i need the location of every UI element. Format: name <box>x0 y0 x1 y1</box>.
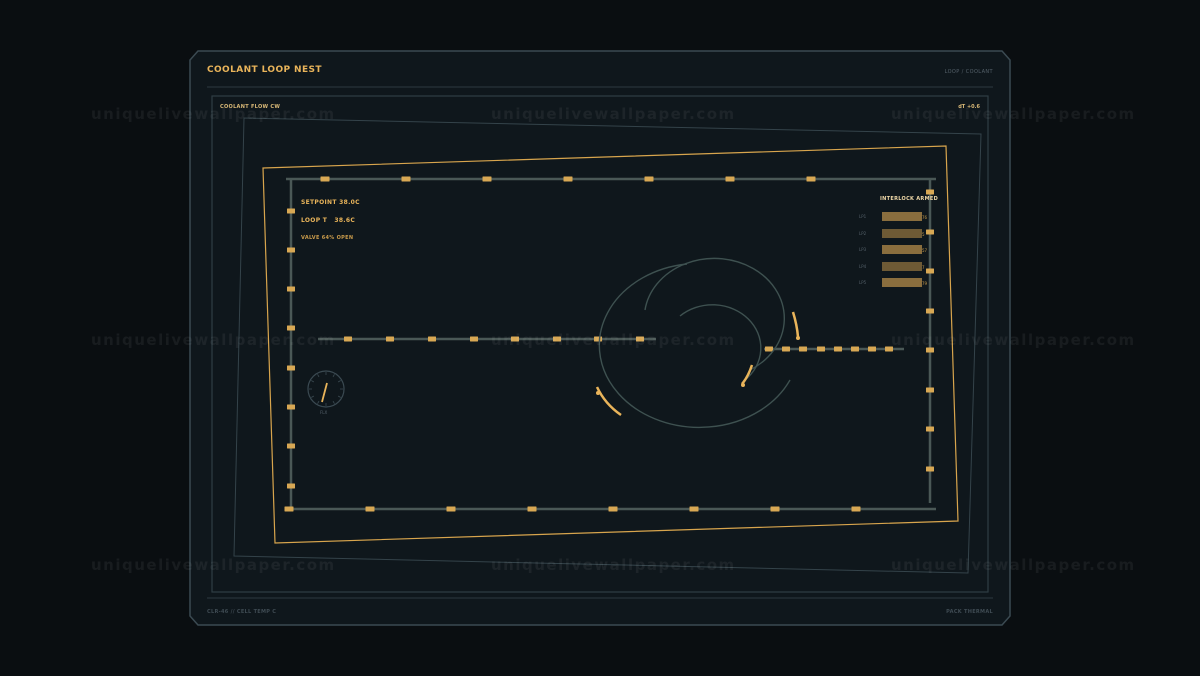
flow-node <box>926 268 934 274</box>
interlock-level-bar <box>882 261 922 271</box>
flow-node <box>287 208 295 214</box>
interlock-label: LP4 <box>859 263 867 269</box>
flow-node <box>428 336 436 342</box>
interlock-label: LP3 <box>859 247 867 252</box>
flow-node <box>636 336 644 342</box>
loop-temp-readout: LOOP T 38.6C <box>301 217 356 224</box>
flow-node <box>644 176 654 182</box>
interlock-label: LP5 <box>859 280 867 285</box>
flow-node <box>553 336 561 342</box>
flow-node <box>287 247 295 253</box>
flow-node <box>851 506 861 512</box>
valve-readout: VALVE 64% OPEN <box>301 235 354 241</box>
footer-right-label: PACK THERMAL <box>946 609 993 615</box>
flow-node <box>608 506 618 512</box>
flow-node <box>287 286 295 292</box>
vortex-dot <box>741 383 745 387</box>
interlock-label: LP2 <box>859 230 867 236</box>
flow-node <box>287 443 295 449</box>
flow-node <box>470 336 478 342</box>
page-title: COOLANT LOOP NEST <box>207 65 322 75</box>
flow-node <box>765 346 773 352</box>
interlock-level-bar <box>882 278 922 287</box>
vortex-dot <box>596 391 600 395</box>
breadcrumb[interactable]: LOOP / COOLANT <box>945 69 993 75</box>
flow-node <box>401 176 411 182</box>
flow-node <box>926 466 934 472</box>
interlock-value: 7 <box>922 264 925 270</box>
footer-left-label: CLR-46 // CELL TEMP C <box>207 609 277 615</box>
flow-node <box>799 346 807 352</box>
flow-node <box>287 325 295 331</box>
flow-node <box>806 176 816 182</box>
interlock-label: LP1 <box>859 214 867 219</box>
interlock-level-bar <box>882 228 922 238</box>
flow-node <box>770 506 780 512</box>
flow-node <box>386 336 394 342</box>
interlock-value: 5 <box>922 231 925 237</box>
flow-node <box>287 365 295 371</box>
flow-node <box>482 176 492 182</box>
flow-node <box>344 336 352 342</box>
flow-direction-label: COOLANT FLOW CW <box>220 104 281 110</box>
flow-node <box>320 176 330 182</box>
flow-node <box>926 426 934 432</box>
interlock-status: INTERLOCK ARMED <box>880 196 939 202</box>
flow-node <box>689 506 699 512</box>
flow-node <box>926 347 934 353</box>
flow-node <box>782 346 790 352</box>
flow-node <box>446 506 456 512</box>
interlock-value: 76 <box>922 215 928 220</box>
flow-node <box>926 189 934 195</box>
interlock-value: 79 <box>922 281 928 286</box>
flow-node <box>817 346 825 352</box>
flow-node <box>885 346 893 352</box>
flow-node <box>834 346 842 352</box>
flow-node <box>287 404 295 410</box>
flow-node <box>511 336 519 342</box>
dial-label: FLX <box>320 410 328 415</box>
vortex-dot <box>796 336 800 340</box>
flow-node <box>926 229 934 235</box>
interlock-level-bar <box>882 245 922 254</box>
flow-node <box>594 336 602 342</box>
flow-node <box>851 346 859 352</box>
flow-node <box>868 346 876 352</box>
flow-node <box>527 506 537 512</box>
delta-temp-label: dT +0.6 <box>958 104 980 110</box>
flow-node <box>563 176 573 182</box>
hud-canvas <box>189 50 1011 626</box>
setpoint-readout: SETPOINT 38.0C <box>301 199 360 206</box>
interlock-value: 57 <box>922 248 928 253</box>
flow-node <box>287 483 295 489</box>
flow-node <box>284 506 294 512</box>
flow-node <box>365 506 375 512</box>
flow-node <box>926 308 934 314</box>
interlock-level-bar <box>882 212 922 221</box>
flow-node <box>725 176 735 182</box>
flow-node <box>926 387 934 393</box>
